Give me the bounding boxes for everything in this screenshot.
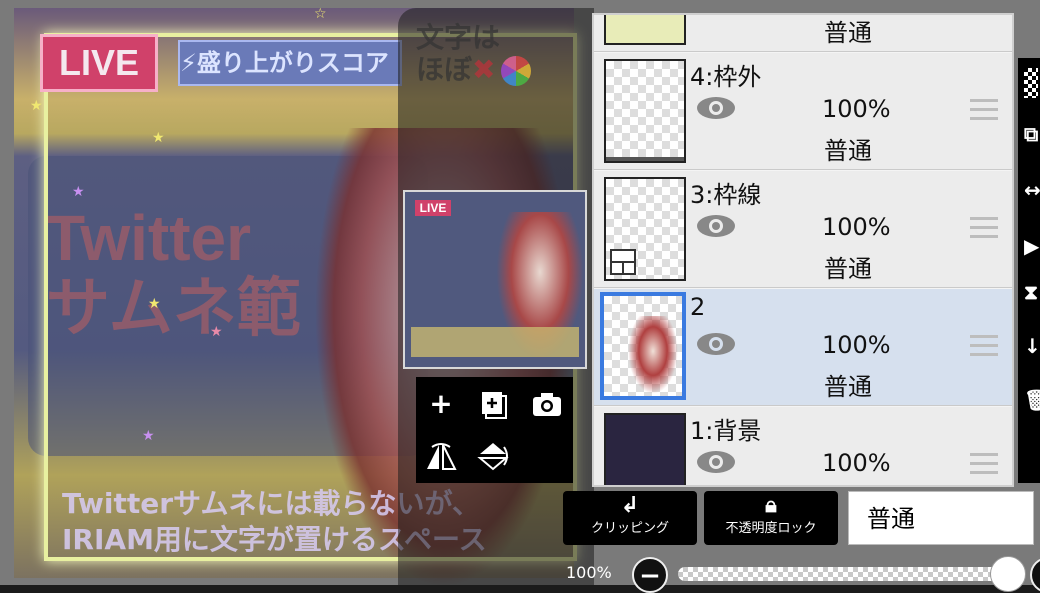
layer-blend-mode: 普通: [824, 19, 872, 47]
layer-thumbnail: [600, 292, 686, 400]
merge-icon[interactable]: ⧗: [1024, 280, 1040, 304]
eye-icon[interactable]: [696, 95, 736, 121]
layer-thumbnail: [604, 177, 686, 281]
add-layer-icon[interactable]: [470, 381, 516, 427]
layer-row[interactable]: 4:枠外 100% 普通: [594, 53, 1012, 170]
transparency-icon[interactable]: [1024, 68, 1038, 98]
live-badge: LIVE: [40, 34, 158, 92]
opacity-slider[interactable]: [678, 567, 1008, 581]
preview-live-badge: LIVE: [415, 200, 451, 216]
opacity-slider-knob[interactable]: [990, 556, 1026, 592]
layer-opacity: 100%: [822, 95, 891, 123]
flip-vertical-icon[interactable]: [470, 433, 516, 479]
hint-text: 文字は ほぼ✖: [416, 21, 532, 86]
preview-caption-strip: [411, 327, 579, 357]
layer-blend-mode: 普通: [824, 137, 872, 165]
clipping-label: クリッピング: [590, 521, 669, 536]
navigator-preview[interactable]: LIVE: [403, 190, 587, 369]
merge-down-icon[interactable]: ↓: [1024, 334, 1040, 358]
layer-name: 3:枠線: [690, 181, 762, 209]
layer-name: 4:枠外: [690, 63, 762, 91]
camera-icon[interactable]: [524, 381, 570, 427]
eye-icon[interactable]: [696, 331, 736, 357]
clipping-indicator-icon: [610, 249, 636, 275]
move-icon[interactable]: ↔: [1024, 178, 1040, 202]
hint-line-2: ほぼ✖: [416, 53, 532, 86]
layer-thumbnail: [604, 413, 686, 485]
layer-row[interactable]: 3:枠線 100% 普通: [594, 171, 1012, 288]
star-icon: ☆: [314, 6, 327, 22]
clipping-button[interactable]: ↲ クリッピング: [563, 491, 697, 545]
star-icon: ★: [30, 98, 43, 114]
layer-panel[interactable]: 普通 4:枠外 100% 普通 3:枠線 100% 普通 2 100% 普通 1…: [592, 13, 1014, 487]
star-icon: ★: [148, 296, 161, 312]
plus-icon[interactable]: +: [418, 381, 464, 427]
star-icon: ★: [72, 184, 85, 200]
layer-row[interactable]: 1:背景 100%: [594, 407, 1012, 485]
layer-blend-mode: 普通: [824, 373, 872, 401]
lock-icon: 🔒︎: [765, 493, 777, 518]
flip-icon[interactable]: ▶: [1024, 234, 1040, 258]
eye-icon[interactable]: [696, 213, 736, 239]
star-icon: ★: [152, 130, 165, 146]
eye-icon[interactable]: [696, 449, 736, 475]
trash-icon[interactable]: 🗑: [1024, 388, 1040, 412]
drag-handle-icon[interactable]: [970, 99, 998, 121]
layer-thumbnail: [604, 15, 686, 45]
opacity-value: 100%: [566, 563, 612, 582]
opacity-minus-button[interactable]: −: [632, 557, 668, 593]
layer-opacity: 100%: [822, 449, 891, 477]
layer-name: 1:背景: [690, 417, 762, 445]
layer-opacity: 100%: [822, 213, 891, 241]
alpha-lock-button[interactable]: 🔒︎ 不透明度ロック: [704, 491, 838, 545]
hint-line-2-text: ほぼ: [416, 53, 473, 86]
score-badge: ⚡盛り上がりスコア: [178, 40, 402, 86]
layer-blend-mode: 普通: [824, 255, 872, 283]
drag-handle-icon[interactable]: [970, 453, 998, 475]
drag-handle-icon[interactable]: [970, 335, 998, 357]
star-icon: ★: [142, 428, 155, 444]
blend-mode-select[interactable]: 普通: [848, 491, 1034, 545]
layer-name: 2: [690, 293, 706, 321]
alpha-lock-label: 不透明度ロック: [725, 521, 817, 536]
layer-thumbnail: [604, 59, 686, 163]
layer-opacity: 100%: [822, 331, 891, 359]
layer-side-toolbar: ⧉ ↔ ▶ ⧗ ↓ 🗑: [1018, 58, 1040, 483]
layer-tool-popup: +: [416, 377, 573, 483]
cross-icon: ✖: [472, 53, 496, 86]
flip-horizontal-icon[interactable]: [418, 433, 464, 479]
layer-row-selected[interactable]: 2 100% 普通: [594, 289, 1012, 406]
layer-row[interactable]: 普通: [594, 15, 1012, 52]
copy-layer-icon[interactable]: ⧉: [1024, 122, 1040, 146]
character-thumbnail: [628, 316, 678, 394]
clipping-arrow-icon: ↲: [620, 493, 640, 518]
color-wheel-icon: [501, 56, 532, 86]
star-icon: ★: [210, 324, 223, 340]
drag-handle-icon[interactable]: [970, 217, 998, 239]
hint-line-1: 文字は: [416, 21, 501, 54]
